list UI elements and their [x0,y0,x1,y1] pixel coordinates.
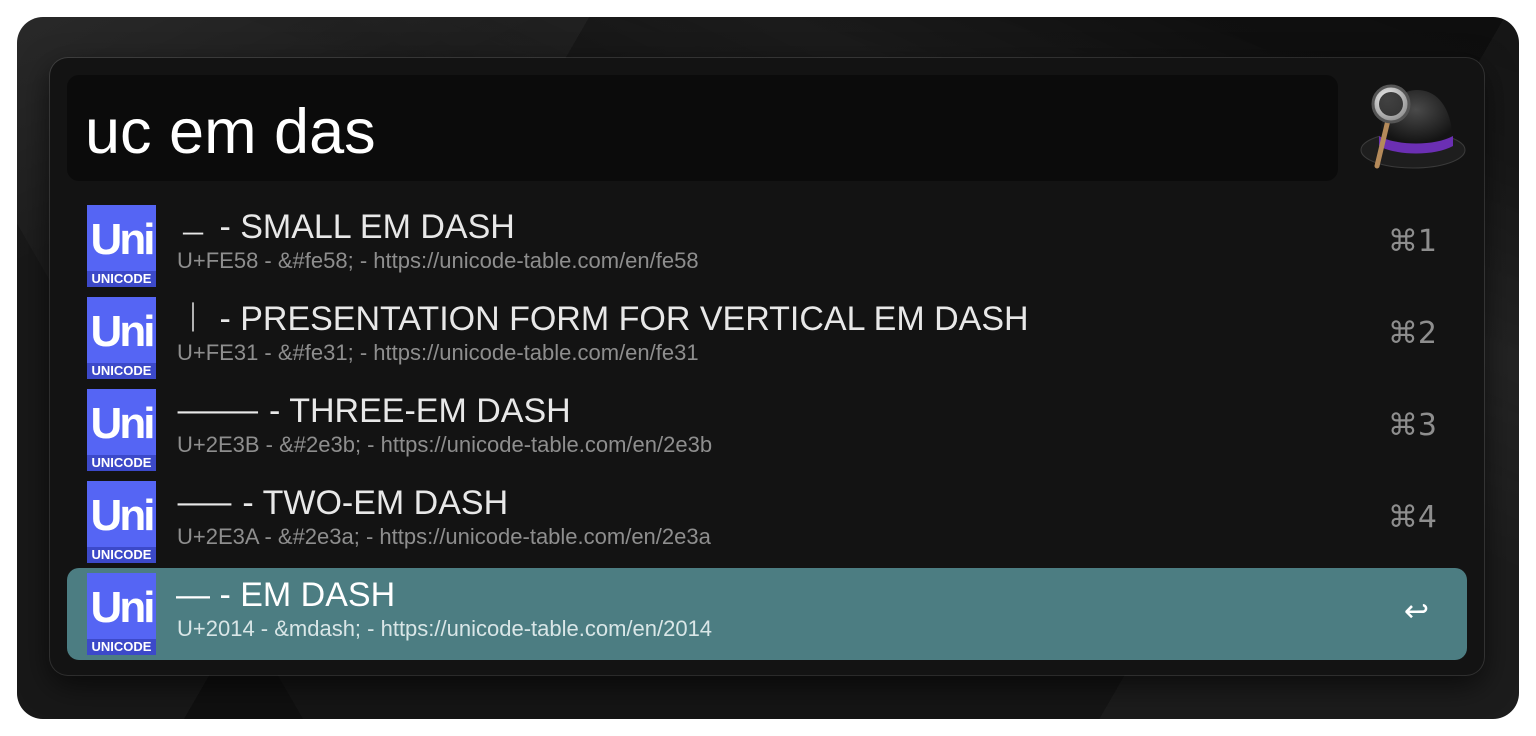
desktop-background: uc em das Uni UNICODE ﹘ - SMALL EM DASH … [17,17,1519,719]
result-subtitle: U+FE58 - &#fe58; - https://unicode-table… [177,248,699,273]
enter-key-icon: ↩ [1403,594,1429,629]
result-title: ﹘ - SMALL EM DASH [176,208,515,246]
unicode-icon: Uni UNICODE [87,481,156,563]
shortcut-label: ⌘1 [1387,224,1437,259]
search-box[interactable]: uc em das [67,75,1338,181]
alfred-window: uc em das Uni UNICODE ﹘ - SMALL EM DASH … [50,58,1484,675]
result-title: — - EM DASH [176,576,396,614]
result-subtitle: U+FE31 - &#fe31; - https://unicode-table… [177,340,699,365]
result-row[interactable]: Uni UNICODE ⸻ - THREE-EM DASH U+2E3B - &… [67,384,1467,476]
result-row[interactable]: Uni UNICODE ⸺ - TWO-EM DASH U+2E3A - &#2… [67,476,1467,568]
result-subtitle: U+2014 - &mdash; - https://unicode-table… [177,616,713,641]
shortcut-label: ⌘3 [1387,408,1437,443]
result-row[interactable]: Uni UNICODE ︱ - PRESENTATION FORM FOR VE… [67,292,1467,384]
shortcut-label: ⌘4 [1387,500,1437,535]
search-input[interactable]: uc em das [85,97,376,167]
results-list: Uni UNICODE ﹘ - SMALL EM DASH U+FE58 - &… [67,200,1467,660]
result-title: ︱ - PRESENTATION FORM FOR VERTICAL EM DA… [176,300,1029,338]
unicode-icon: Uni UNICODE [87,573,156,655]
unicode-icon: Uni UNICODE [87,389,156,471]
shortcut-label: ⌘2 [1387,316,1437,351]
result-subtitle: U+2E3B - &#2e3b; - https://unicode-table… [177,432,713,457]
result-row-selected[interactable]: Uni UNICODE — - EM DASH U+2014 - &mdash;… [67,568,1467,660]
result-title: ⸻ - THREE-EM DASH [176,392,571,430]
result-subtitle: U+2E3A - &#2e3a; - https://unicode-table… [177,524,711,549]
unicode-icon: Uni UNICODE [87,205,156,287]
alfred-hat-icon[interactable] [1357,80,1469,172]
result-title: ⸺ - TWO-EM DASH [176,484,509,522]
unicode-icon: Uni UNICODE [87,297,156,379]
result-row[interactable]: Uni UNICODE ﹘ - SMALL EM DASH U+FE58 - &… [67,200,1467,292]
